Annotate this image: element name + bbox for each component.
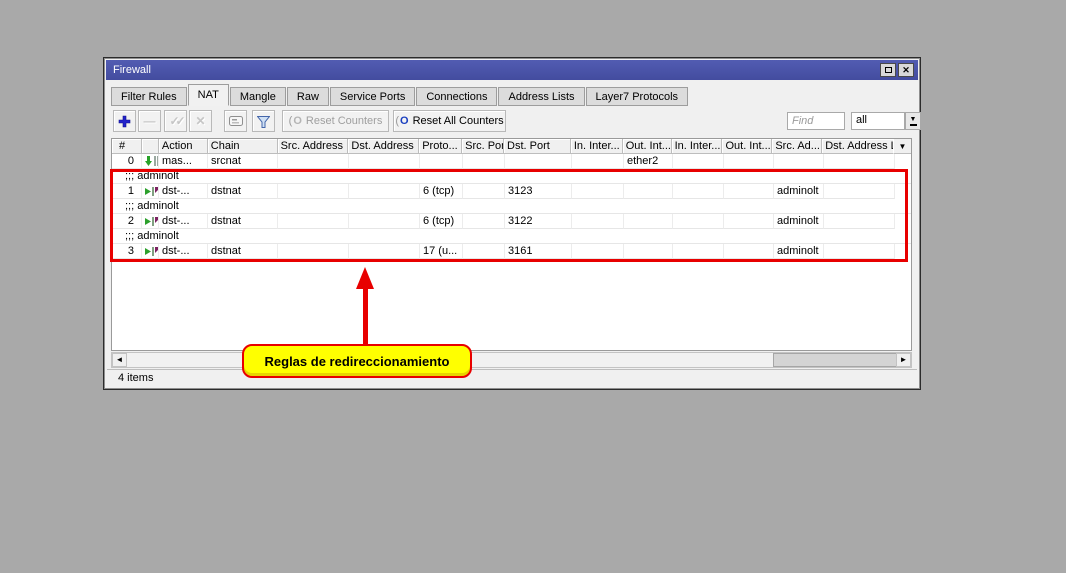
remove-button[interactable]: — <box>138 110 161 132</box>
reset-counters-button[interactable]: (O Reset Counters <box>282 110 389 132</box>
tab-address-lists[interactable]: Address Lists <box>498 87 584 106</box>
desktop: Firewall ✕ Filter Rules NAT Mangle Raw S… <box>0 0 1066 573</box>
minus-icon: — <box>144 114 156 128</box>
title-bar[interactable]: Firewall ✕ <box>106 60 918 80</box>
horizontal-scrollbar[interactable]: ◄ ► <box>111 352 912 368</box>
maximize-button[interactable] <box>880 63 896 77</box>
reset-all-counters-button[interactable]: (O Reset All Counters <box>393 110 506 132</box>
col-dst-address-list: Dst. Address Lis <box>822 139 893 154</box>
plus-icon <box>118 115 131 128</box>
scroll-right-button[interactable]: ► <box>896 353 911 367</box>
masquerade-icon <box>144 156 159 167</box>
tab-mangle[interactable]: Mangle <box>230 87 286 106</box>
maximize-icon <box>885 67 892 73</box>
col-in-interface: In. Inter... <box>571 139 623 154</box>
annotation-arrow-head-icon <box>356 267 374 289</box>
col-out-interface: Out. Int... <box>623 139 672 154</box>
comment-button[interactable] <box>224 110 247 132</box>
scroll-right-icon: ► <box>900 356 908 364</box>
disable-x-icon: ✕ <box>195 114 205 128</box>
highlight-rectangle <box>110 169 908 262</box>
callout-text: Reglas de redireccionamiento <box>265 354 450 369</box>
enable-check-icon: ✓✓ <box>169 114 181 128</box>
tab-connections[interactable]: Connections <box>416 87 497 106</box>
dropdown-arrow-icon: ▼ <box>910 116 917 123</box>
scroll-left-icon: ◄ <box>116 356 124 364</box>
tab-filter-rules[interactable]: Filter Rules <box>111 87 187 106</box>
find-input[interactable] <box>787 112 845 130</box>
filter-button[interactable] <box>252 110 275 132</box>
col-src-port: Src. Port <box>462 139 504 154</box>
add-button[interactable] <box>113 110 136 132</box>
window-title: Firewall <box>113 64 878 76</box>
disable-button[interactable]: ✕ <box>189 110 212 132</box>
col-src-address: Src. Address <box>278 139 349 154</box>
annotation-callout: Reglas de redireccionamiento <box>242 344 472 378</box>
table-header: # Action Chain Src. Address Dst. Address… <box>112 139 911 154</box>
scroll-left-button[interactable]: ◄ <box>112 353 127 367</box>
tab-raw[interactable]: Raw <box>287 87 329 106</box>
reset-counters-icon: (O <box>289 115 306 127</box>
column-select-button[interactable]: ▼ <box>893 139 911 154</box>
col-dst-port: Dst. Port <box>504 139 571 154</box>
close-button[interactable]: ✕ <box>898 63 914 77</box>
tab-layer7-protocols[interactable]: Layer7 Protocols <box>586 87 689 106</box>
tab-strip: Filter Rules NAT Mangle Raw Service Port… <box>111 84 913 106</box>
toolbar: — ✓✓ ✕ (O Reset Counters <box>111 110 913 134</box>
col-dst-address: Dst. Address <box>348 139 419 154</box>
reset-all-counters-icon: (O <box>395 115 412 127</box>
col-src-address-list: Src. Ad... <box>772 139 822 154</box>
table-row[interactable]: 0 mas... srcnat ether2 <box>112 154 911 169</box>
annotation-arrow <box>363 287 368 346</box>
tab-service-ports[interactable]: Service Ports <box>330 87 415 106</box>
filter-scope-dropdown[interactable]: all <box>851 112 905 130</box>
comment-icon <box>229 116 243 127</box>
col-chain: Chain <box>208 139 278 154</box>
funnel-icon <box>257 116 270 128</box>
col-protocol: Proto... <box>419 139 462 154</box>
filter-scope-dropdown-button[interactable]: ▼ <box>905 112 921 130</box>
col-in-interface-list: In. Inter... <box>672 139 723 154</box>
close-icon: ✕ <box>902 66 910 75</box>
col-icon <box>142 139 159 154</box>
status-bar: 4 items <box>107 369 917 386</box>
column-arrow-icon: ▼ <box>899 142 907 151</box>
item-count: 4 items <box>118 372 153 384</box>
col-action: Action <box>159 139 208 154</box>
tab-nat[interactable]: NAT <box>188 84 229 106</box>
col-num: # <box>112 139 142 154</box>
scrollbar-thumb[interactable] <box>773 353 898 367</box>
col-out-interface-list: Out. Int... <box>722 139 772 154</box>
enable-button[interactable]: ✓✓ <box>164 110 187 132</box>
